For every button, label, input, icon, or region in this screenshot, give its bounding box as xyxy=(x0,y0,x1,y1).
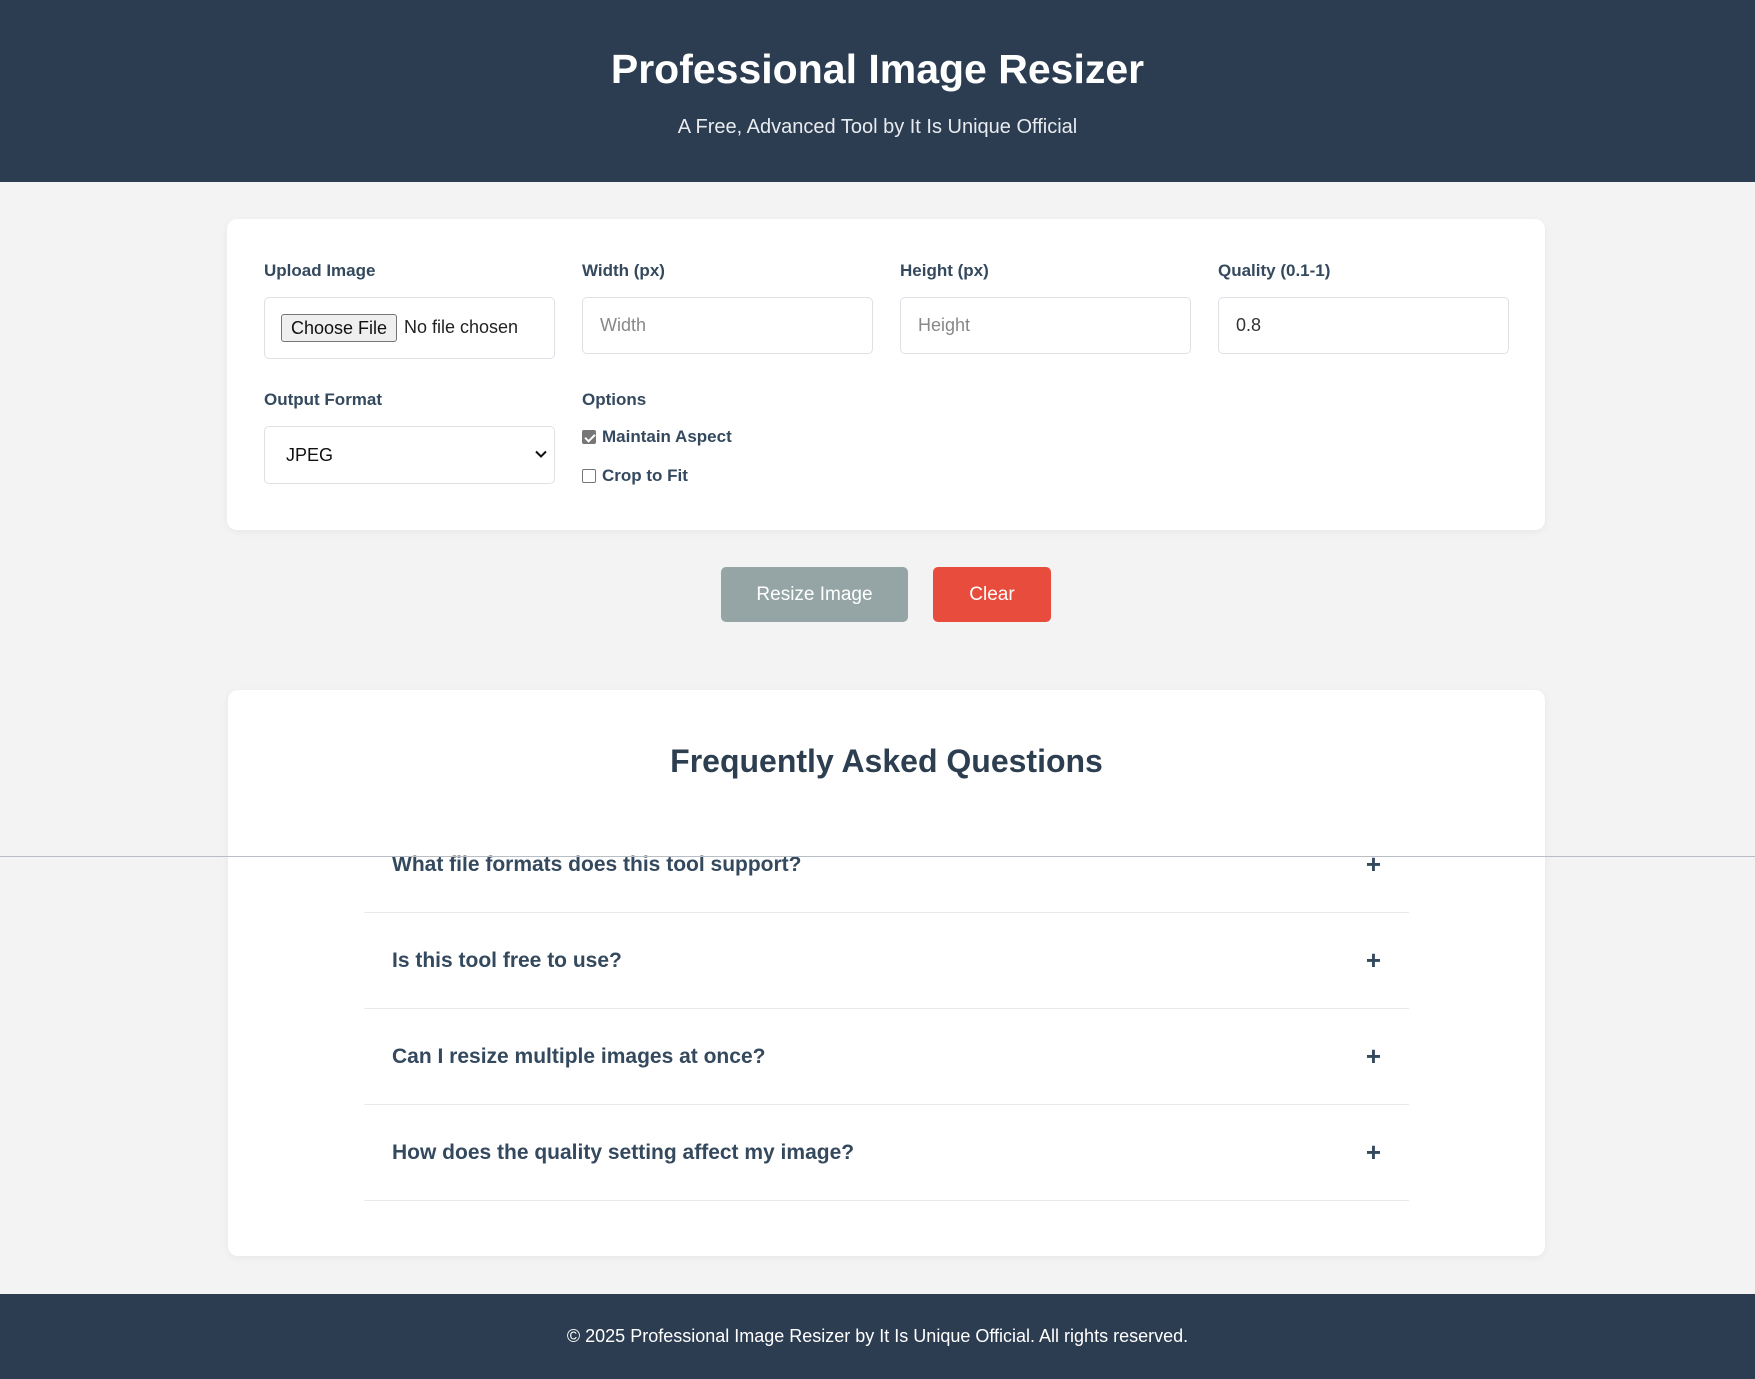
format-label: Output Format xyxy=(264,390,383,409)
crop-to-fit-checkbox[interactable] xyxy=(582,469,596,483)
quality-input[interactable] xyxy=(1218,297,1509,354)
upload-label: Upload Image xyxy=(264,261,376,280)
format-select[interactable]: JPEG xyxy=(264,426,555,484)
faq-question[interactable]: Is this tool free to use? xyxy=(392,913,622,1008)
maintain-aspect-label: Maintain Aspect xyxy=(602,427,732,446)
site-header: Professional Image Resizer A Free, Advan… xyxy=(0,0,1755,182)
maintain-aspect-checkbox[interactable] xyxy=(582,430,596,444)
faq-question[interactable]: Can I resize multiple images at once? xyxy=(392,1009,765,1104)
page-subtitle: A Free, Advanced Tool by It Is Unique Of… xyxy=(677,116,1078,138)
faq-title: Frequently Asked Questions xyxy=(670,743,1103,779)
options-label: Options xyxy=(582,390,647,409)
height-field: Height (px) xyxy=(900,260,1191,360)
height-label: Height (px) xyxy=(900,261,989,280)
format-field: Output Format JPEG xyxy=(264,389,555,489)
divider-line xyxy=(0,856,1755,857)
plus-icon[interactable]: + xyxy=(1366,1105,1381,1200)
quality-label: Quality (0.1-1) xyxy=(1218,261,1331,280)
faq-section: Frequently Asked Questions What file for… xyxy=(228,690,1545,1256)
site-footer: © 2025 Professional Image Resizer by It … xyxy=(0,1294,1755,1379)
plus-icon[interactable]: + xyxy=(1366,1009,1381,1104)
quality-field: Quality (0.1-1) xyxy=(1218,260,1509,360)
width-label: Width (px) xyxy=(582,261,665,280)
options-field: Options Maintain Aspect Crop to Fit xyxy=(582,389,873,499)
clear-button[interactable]: Clear xyxy=(933,567,1051,622)
copyright-text: © 2025 Professional Image Resizer by It … xyxy=(566,1326,1189,1346)
upload-field: Upload Image Choose File No file chosen xyxy=(264,260,555,360)
faq-question[interactable]: What file formats does this tool support… xyxy=(392,817,802,912)
faq-item[interactable]: Is this tool free to use? + xyxy=(364,913,1409,1009)
plus-icon[interactable]: + xyxy=(1366,913,1381,1008)
format-selected-value: JPEG xyxy=(286,445,334,465)
page-title: Professional Image Resizer xyxy=(610,46,1145,92)
faq-item[interactable]: What file formats does this tool support… xyxy=(364,817,1409,913)
choose-file-button[interactable]: Choose File xyxy=(281,314,398,342)
file-status: No file chosen xyxy=(404,317,519,337)
width-field: Width (px) xyxy=(582,260,873,360)
crop-to-fit-option[interactable]: Crop to Fit xyxy=(582,466,688,486)
plus-icon[interactable]: + xyxy=(1366,817,1381,912)
maintain-aspect-option[interactable]: Maintain Aspect xyxy=(582,427,732,447)
resize-image-button[interactable]: Resize Image xyxy=(721,567,908,622)
crop-to-fit-label: Crop to Fit xyxy=(602,466,688,485)
faq-question[interactable]: How does the quality setting affect my i… xyxy=(392,1105,854,1200)
file-input[interactable]: Choose File No file chosen xyxy=(264,297,555,359)
faq-item[interactable]: Can I resize multiple images at once? + xyxy=(364,1009,1409,1105)
faq-item[interactable]: How does the quality setting affect my i… xyxy=(364,1105,1409,1201)
height-input[interactable] xyxy=(900,297,1191,354)
width-input[interactable] xyxy=(582,297,873,354)
chevron-down-icon xyxy=(535,450,547,458)
resize-settings-card: Upload Image Choose File No file chosen … xyxy=(227,219,1545,530)
